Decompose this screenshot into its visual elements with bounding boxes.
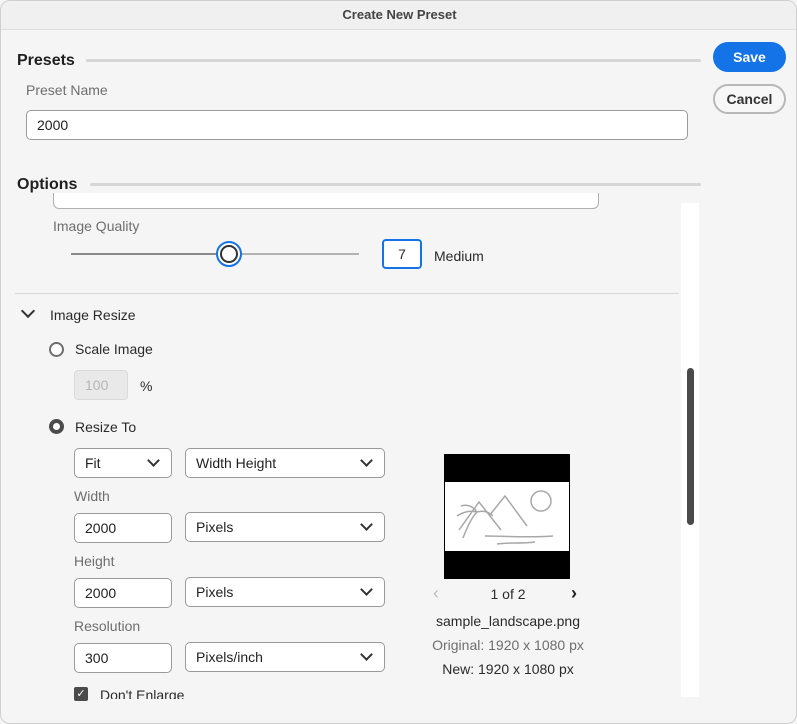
preset-name-input[interactable]: 2000 [26, 110, 688, 140]
chevron-down-icon [360, 583, 373, 596]
dont-enlarge-checkbox[interactable]: ✓ [74, 687, 88, 701]
cancel-button[interactable]: Cancel [713, 84, 786, 114]
presets-section-divider [86, 59, 701, 62]
preview-original-size: Original: 1920 x 1080 px [432, 637, 584, 653]
resolution-unit-dropdown[interactable]: Pixels/inch [185, 642, 385, 672]
options-section-divider [90, 183, 701, 186]
height-unit-value: Pixels [196, 584, 234, 600]
image-resize-title[interactable]: Image Resize [50, 307, 136, 323]
scale-percent-unit: % [140, 378, 153, 394]
options-section-title: Options [17, 176, 78, 193]
height-label: Height [74, 553, 115, 569]
preview-pager: 1 of 2 [490, 586, 526, 602]
image-quality-level-label: Medium [434, 248, 484, 264]
fit-mode-value: Fit [85, 455, 101, 471]
image-quality-slider-fill [71, 253, 230, 255]
checkmark-icon: ✓ [76, 688, 86, 700]
create-preset-dialog: Create New Preset Presets Preset Name 20… [0, 0, 797, 724]
dont-enlarge-label[interactable]: Don't Enlarge [100, 687, 184, 699]
preview-filename: sample_landscape.png [436, 613, 580, 629]
chevron-down-icon [360, 454, 373, 467]
landscape-image-icon [456, 490, 554, 545]
preview-new-size: New: 1920 x 1080 px [442, 661, 574, 677]
width-unit-value: Pixels [196, 519, 234, 535]
chevron-down-icon[interactable] [20, 303, 36, 319]
chevron-down-icon [147, 454, 160, 467]
resize-to-label[interactable]: Resize To [75, 419, 136, 435]
scale-image-label[interactable]: Scale Image [75, 341, 153, 357]
preset-name-label: Preset Name [26, 82, 108, 98]
presets-section-title: Presets [17, 52, 75, 69]
chevron-down-icon [360, 648, 373, 661]
scale-percent-input: 100 [74, 370, 128, 400]
options-scrollbar-thumb[interactable] [687, 368, 694, 525]
options-divider [15, 293, 679, 294]
height-input[interactable]: 2000 [74, 578, 172, 608]
chevron-right-icon[interactable]: › [571, 583, 577, 604]
resolution-label: Resolution [74, 618, 141, 634]
width-unit-dropdown[interactable]: Pixels [185, 512, 385, 542]
image-quality-slider-thumb[interactable] [216, 241, 243, 267]
save-button[interactable]: Save [713, 42, 786, 72]
chevron-left-icon[interactable]: ‹ [433, 583, 439, 604]
image-preview [444, 454, 570, 579]
height-unit-dropdown[interactable]: Pixels [185, 577, 385, 607]
scale-image-radio[interactable] [49, 342, 64, 357]
image-quality-value-input[interactable]: 7 [382, 239, 422, 269]
preview-image-area [445, 482, 569, 551]
fit-mode-dropdown[interactable]: Fit [74, 448, 172, 478]
width-label: Width [74, 488, 110, 504]
slider-thumb-knob [220, 245, 239, 263]
resize-to-radio[interactable] [49, 419, 64, 434]
dimension-mode-dropdown[interactable]: Width Height [185, 448, 385, 478]
chevron-down-icon [360, 518, 373, 531]
resolution-input[interactable]: 300 [74, 643, 172, 673]
partially-hidden-field[interactable] [53, 193, 599, 209]
image-quality-label: Image Quality [53, 218, 140, 234]
width-input[interactable]: 2000 [74, 513, 172, 543]
resolution-unit-value: Pixels/inch [196, 649, 263, 665]
dimension-mode-value: Width Height [196, 455, 277, 471]
dialog-title: Create New Preset [1, 1, 796, 30]
